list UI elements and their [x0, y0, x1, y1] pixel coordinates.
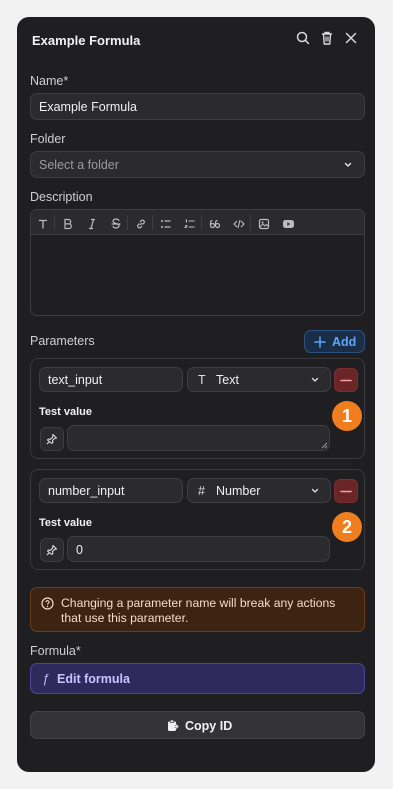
parameter-name-input[interactable]: text_input	[39, 367, 183, 392]
test-value-input[interactable]: 0	[67, 536, 330, 562]
pin-button[interactable]	[40, 427, 64, 451]
bullet-list-icon[interactable]	[160, 218, 172, 230]
editor-toolbar	[31, 210, 364, 235]
video-icon[interactable]	[282, 218, 295, 230]
warning-text: Changing a parameter name will break any…	[61, 596, 361, 626]
toolbar-divider	[54, 215, 55, 230]
info-icon	[41, 597, 54, 610]
folder-label: Folder	[30, 132, 66, 146]
edit-formula-button[interactable]: ƒ Edit formula	[30, 663, 365, 694]
text-icon[interactable]	[37, 218, 49, 230]
test-value-label: Test value	[39, 517, 92, 529]
required-mark: *	[63, 74, 69, 88]
folder-placeholder: Select a folder	[39, 158, 119, 172]
description-textarea[interactable]	[31, 235, 364, 315]
parameter-name-value: text_input	[48, 373, 103, 387]
clipboard-icon	[168, 719, 179, 731]
parameter-type-value: Text	[216, 373, 239, 387]
quote-icon[interactable]	[209, 218, 221, 230]
warning-line: that use this parameter.	[61, 611, 189, 625]
toolbar-divider	[250, 215, 251, 230]
formula-label-text: Formula	[30, 644, 76, 658]
chevron-down-icon	[311, 377, 319, 382]
description-editor	[30, 209, 365, 316]
name-label-text: Name	[30, 74, 64, 88]
add-parameter-label: Add	[332, 335, 357, 349]
name-input[interactable]: Example Formula	[30, 93, 365, 120]
numbered-list-icon[interactable]	[184, 218, 196, 230]
resize-handle-icon[interactable]	[321, 442, 328, 449]
step-badge: 2	[332, 512, 362, 542]
toolbar-divider	[127, 215, 128, 230]
formula-label: Formula*	[30, 644, 81, 658]
name-label: Name*	[30, 74, 68, 88]
parameter-type-select[interactable]: T Text	[187, 367, 331, 392]
toolbar-divider	[152, 215, 153, 230]
test-value-label: Test value	[39, 406, 92, 418]
plus-icon	[314, 336, 326, 348]
strikethrough-icon[interactable]	[110, 218, 122, 230]
minus-icon	[340, 490, 352, 493]
italic-icon[interactable]	[86, 218, 98, 230]
close-icon[interactable]	[342, 29, 360, 47]
pin-icon	[46, 544, 58, 556]
add-parameter-button[interactable]: Add	[304, 330, 365, 353]
copy-id-label: Copy ID	[185, 719, 233, 733]
toolbar-divider	[201, 215, 202, 230]
minus-icon	[340, 379, 352, 382]
remove-parameter-button[interactable]	[334, 368, 358, 392]
pin-button[interactable]	[40, 538, 64, 562]
parameter-name-input[interactable]: number_input	[39, 478, 183, 503]
link-icon[interactable]	[135, 218, 147, 230]
parameter-card: text_input T Text 1 Test value	[30, 358, 365, 459]
test-value-text: 0	[76, 543, 83, 557]
parameter-card: number_input # Number 2 Test value 0	[30, 469, 365, 570]
panel-title: Example Formula	[32, 33, 141, 48]
trash-icon[interactable]	[318, 29, 336, 47]
folder-select[interactable]: Select a folder	[30, 151, 365, 178]
remove-parameter-button[interactable]	[334, 479, 358, 503]
parameter-name-value: number_input	[48, 484, 125, 498]
name-input-value: Example Formula	[39, 100, 137, 114]
text-type-icon: T	[198, 373, 206, 387]
warning-banner: Changing a parameter name will break any…	[30, 587, 365, 632]
formula-panel: Example Formula Name* Example Formula Fo…	[17, 17, 375, 772]
copy-id-button[interactable]: Copy ID	[30, 711, 365, 739]
search-icon[interactable]	[294, 29, 312, 47]
pin-icon	[46, 433, 58, 445]
chevron-down-icon	[344, 162, 352, 168]
bold-icon[interactable]	[62, 218, 74, 230]
formula-icon: ƒ	[42, 671, 50, 686]
parameters-label: Parameters	[30, 334, 95, 348]
number-type-icon: #	[198, 484, 205, 498]
code-icon[interactable]	[233, 218, 245, 230]
description-label: Description	[30, 190, 93, 204]
parameter-type-value: Number	[216, 484, 261, 498]
parameter-type-select[interactable]: # Number	[187, 478, 331, 503]
warning-line: Changing a parameter name will break any…	[61, 596, 336, 610]
required-mark: *	[75, 644, 81, 658]
step-badge: 1	[332, 401, 362, 431]
test-value-textarea[interactable]	[67, 425, 330, 451]
chevron-down-icon	[311, 488, 319, 493]
image-icon[interactable]	[258, 218, 270, 230]
edit-formula-label: Edit formula	[57, 672, 130, 686]
